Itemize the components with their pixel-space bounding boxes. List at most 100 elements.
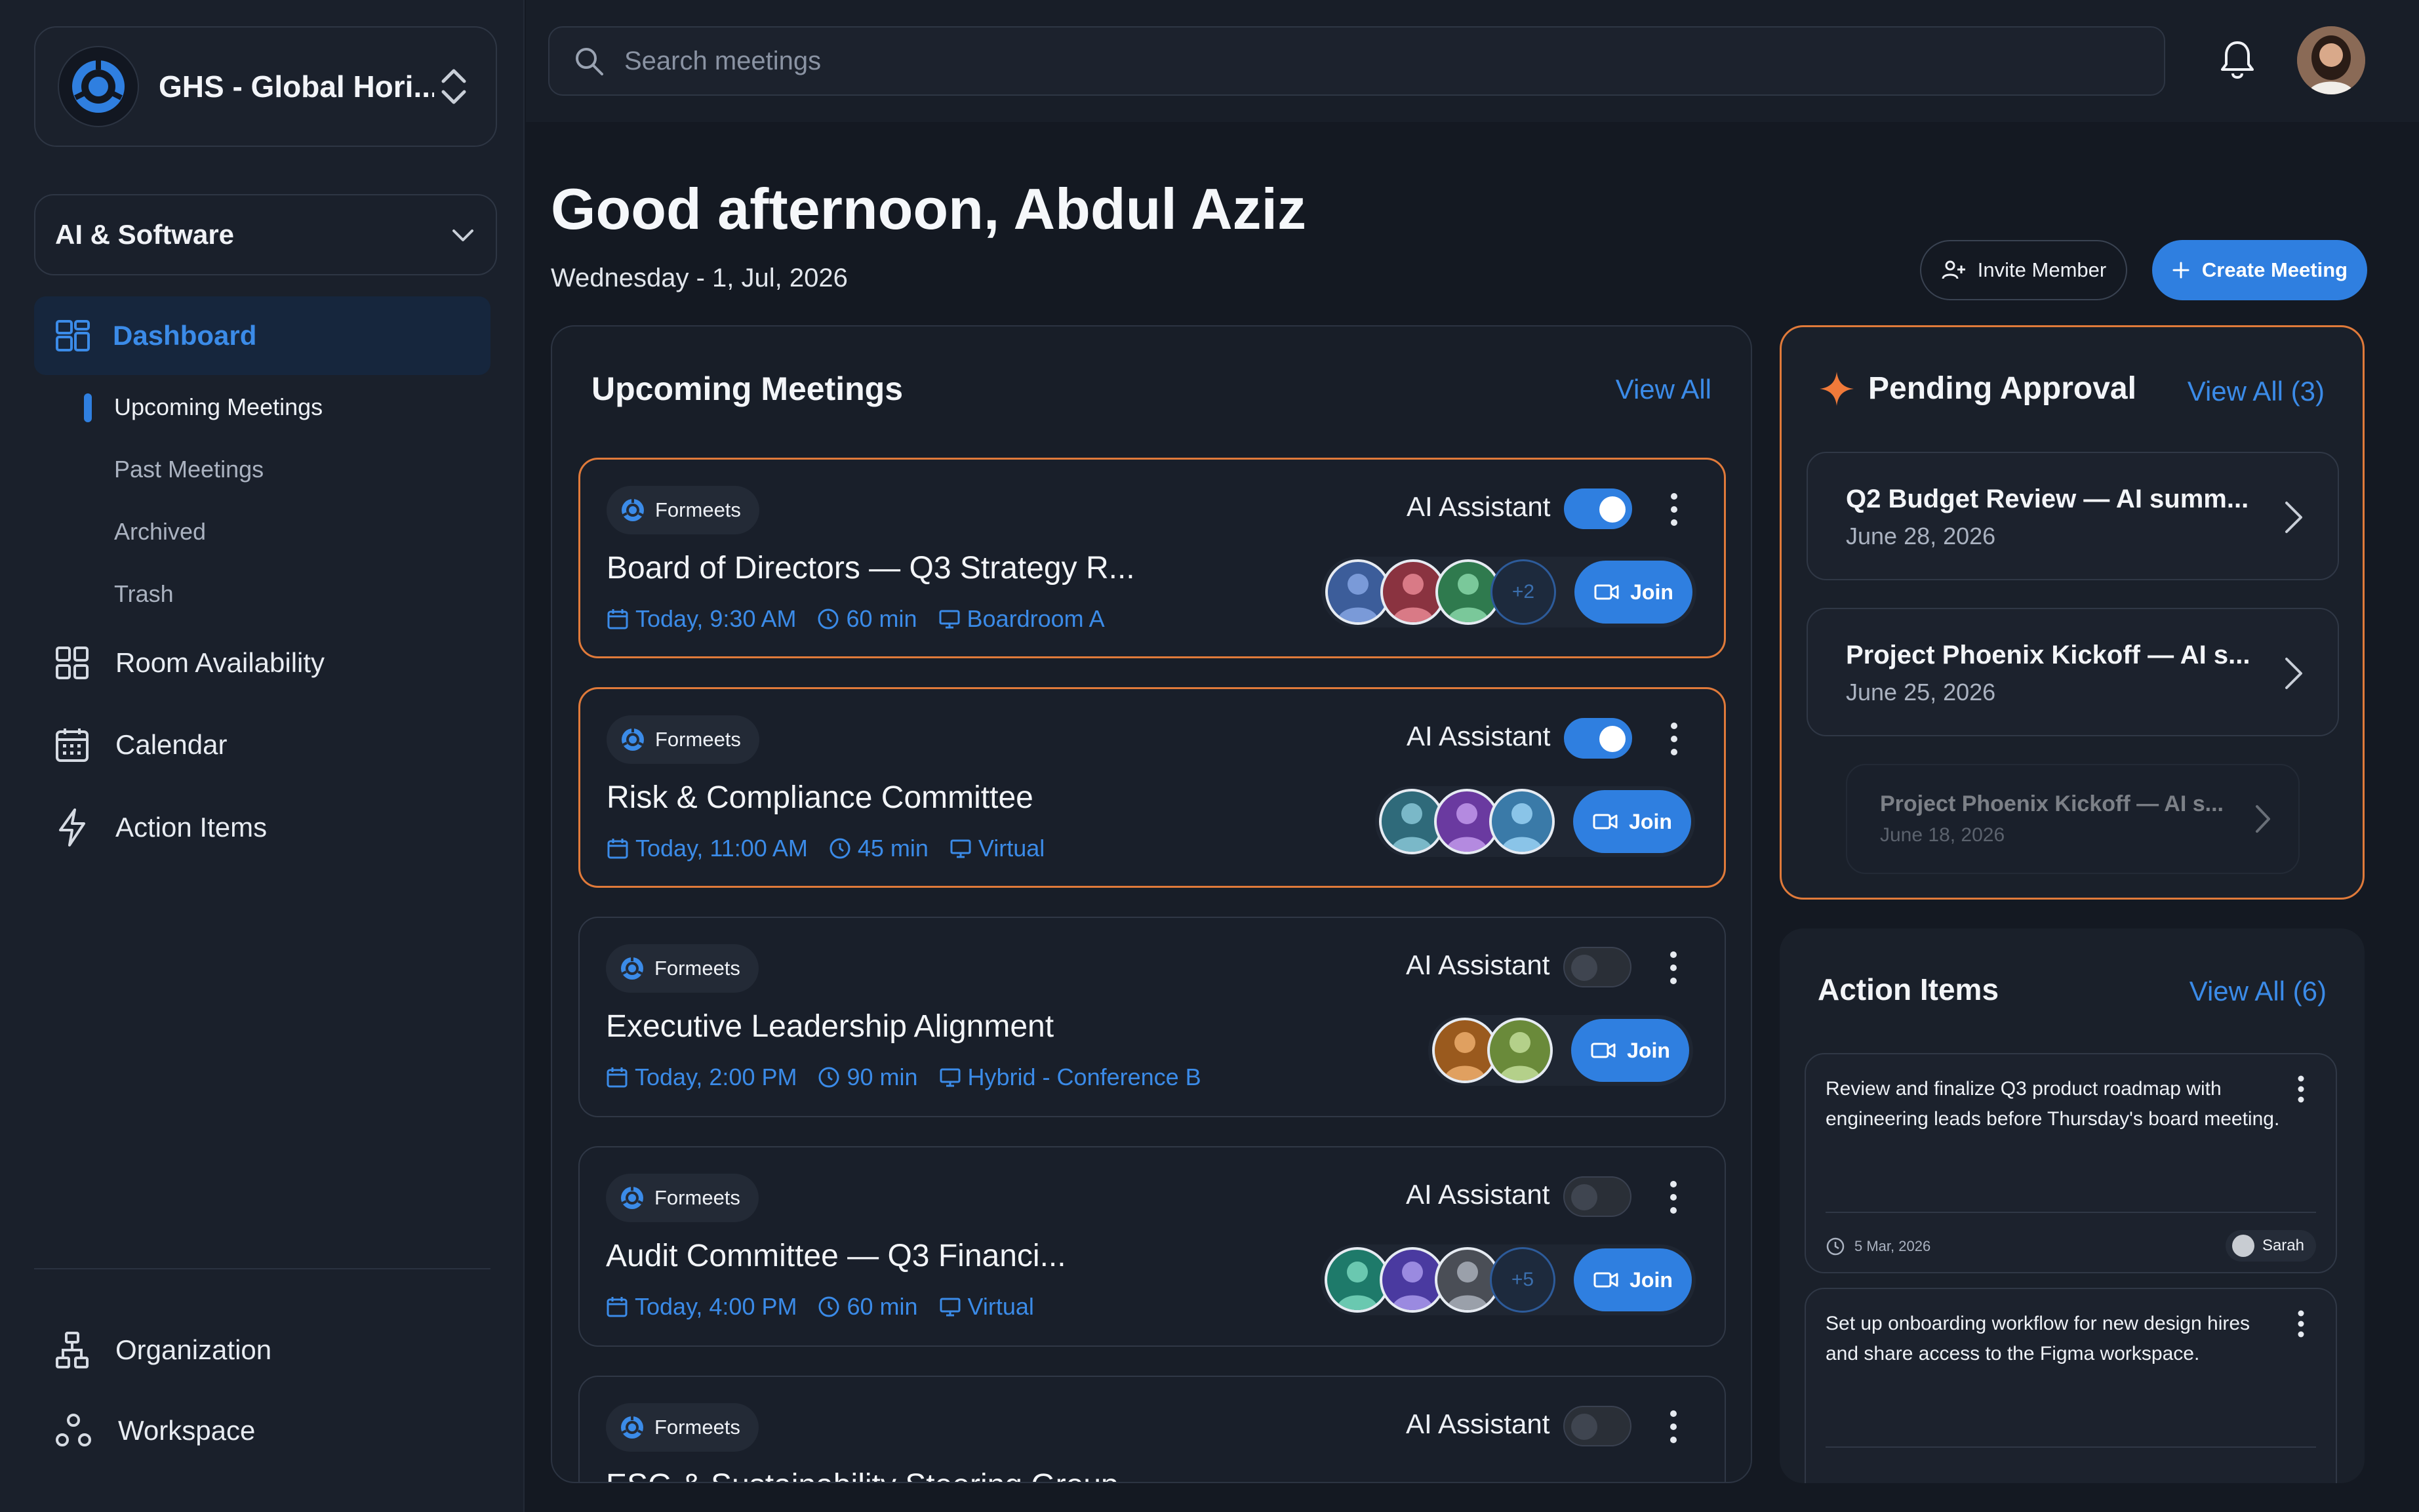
category-select[interactable]: AI & Software [34,194,497,275]
search-icon [573,45,605,77]
subnav-upcoming-meetings[interactable]: Upcoming Meetings [114,393,323,421]
calendar-icon [606,1296,628,1318]
pending-item-title: Q2 Budget Review — AI summ... [1846,485,2249,513]
attendee-avatar [1489,789,1555,854]
more-options-icon[interactable] [1669,491,1679,528]
formeets-logo-icon [619,1414,645,1441]
formeets-logo-icon [620,497,646,523]
upcoming-view-all-link[interactable]: View All [1616,374,1711,405]
nav-dashboard[interactable]: Dashboard [34,296,490,375]
calendar-icon [606,1066,628,1088]
nav-workspace-label: Workspace [118,1415,256,1446]
more-options-icon[interactable] [1668,1179,1679,1216]
org-name: GHS - Global Hori... [159,70,434,104]
create-meeting-label: Create Meeting [2201,258,2348,281]
subnav-archived[interactable]: Archived [114,518,206,546]
action-item-owner: Sarah [2225,1230,2316,1262]
nav-organization[interactable]: Organization [55,1331,271,1369]
user-avatar[interactable] [2297,26,2365,94]
video-camera-icon [1593,1270,1619,1290]
join-button[interactable]: Join [1571,1019,1689,1082]
source-badge-label: Formeets [655,728,741,751]
action-item-due: 5 Mar, 2026 [1826,1237,1930,1256]
formeets-logo-icon [619,1185,645,1211]
attendee-group: Join [1428,1015,1693,1086]
org-chart-icon [55,1331,89,1369]
more-options-icon[interactable] [2296,1074,2306,1104]
chevron-up-down-icon[interactable] [434,66,473,108]
meeting-card[interactable]: Formeets AI Assistant Audit Committee — … [578,1146,1726,1347]
meeting-meta: Today, 2:00 PM 90 min Hybrid - Conferenc… [606,1064,1222,1091]
toggle-knob [1599,726,1626,752]
pending-item[interactable]: Project Phoenix Kickoff — AI s... June 1… [1846,764,2300,874]
join-button[interactable]: Join [1574,561,1692,624]
attendee-group: +2 Join [1321,557,1696,627]
more-options-icon[interactable] [1669,721,1679,757]
more-options-icon[interactable] [1668,1408,1679,1445]
pending-item[interactable]: Q2 Budget Review — AI summ... June 28, 2… [1807,452,2339,580]
attendee-group: Join [1375,786,1695,857]
ai-assistant-toggle[interactable] [1563,1406,1631,1446]
meeting-location: Boardroom A [967,605,1105,632]
meeting-location: Virtual [978,835,1045,862]
more-options-icon[interactable] [2296,1309,2306,1339]
ai-assistant-toggle[interactable] [1564,718,1632,759]
more-options-icon[interactable] [1668,949,1679,986]
calendar-icon [607,837,629,860]
pending-item[interactable]: Project Phoenix Kickoff — AI s... June 2… [1807,608,2339,736]
category-select-value: AI & Software [55,219,235,250]
join-button[interactable]: Join [1573,790,1691,853]
grid-icon [55,646,89,680]
nav-workspace[interactable]: Workspace [55,1412,255,1449]
nav-room-availability[interactable]: Room Availability [55,646,325,680]
nav-calendar[interactable]: Calendar [55,726,227,763]
active-subnav-indicator [84,393,92,422]
card-divider [1826,1446,2316,1448]
search-input[interactable]: Search meetings [548,26,2165,96]
video-camera-icon [1590,1041,1616,1060]
workspace-icon [55,1412,92,1449]
source-badge: Formeets [606,944,759,993]
action-item-card[interactable]: Review and finalize Q3 product roadmap w… [1805,1053,2337,1273]
monitor-icon [939,1066,961,1088]
meeting-time: Today, 4:00 PM [635,1293,797,1320]
pending-item-date: June 28, 2026 [1846,523,1996,549]
subnav-trash[interactable]: Trash [114,580,174,608]
more-attendees-count: +2 [1490,559,1556,625]
action-items-view-all-link[interactable]: View All (6) [2189,976,2327,1007]
chevron-right-icon [2283,655,2305,692]
nav-action-items[interactable]: Action Items [55,808,267,847]
dashboard-icon [55,319,90,352]
ai-assistant-toggle[interactable] [1564,488,1632,529]
calendar-icon [607,608,629,630]
meeting-card[interactable]: Formeets AI Assistant Board of Directors… [578,458,1726,658]
clock-icon [818,1066,840,1088]
bell-icon[interactable] [2219,39,2256,80]
join-label: Join [1629,1267,1673,1292]
action-item-card[interactable]: Set up onboarding workflow for new desig… [1805,1288,2337,1483]
source-badge: Formeets [607,715,759,764]
pending-view-all-link[interactable]: View All (3) [2188,376,2325,407]
meeting-title: Board of Directors — Q3 Strategy R... [607,551,1135,586]
clock-icon [817,608,839,630]
org-switcher[interactable]: GHS - Global Hori... [34,26,497,147]
meeting-time: Today, 11:00 AM [635,835,808,862]
meeting-card[interactable]: Formeets AI Assistant ESG & Sustainabili… [578,1376,1726,1482]
meeting-card[interactable]: Formeets AI Assistant Risk & Compliance … [578,687,1726,888]
source-badge-label: Formeets [654,1186,740,1209]
create-meeting-button[interactable]: Create Meeting [2152,240,2367,300]
nav-organization-label: Organization [115,1334,272,1365]
clock-icon [818,1296,840,1318]
invite-member-button[interactable]: Invite Member [1920,240,2127,300]
join-button[interactable]: Join [1574,1248,1692,1311]
action-item-text: Set up onboarding workflow for new desig… [1826,1313,2250,1364]
chevron-right-icon [2283,499,2305,536]
video-camera-icon [1592,812,1618,831]
owner-avatar [2231,1235,2254,1257]
meeting-card[interactable]: Formeets AI Assistant Executive Leadersh… [578,917,1726,1117]
subnav-past-meetings[interactable]: Past Meetings [114,456,264,483]
meeting-location: Virtual [967,1293,1034,1320]
ai-assistant-toggle[interactable] [1563,947,1631,987]
chevron-down-icon [450,222,476,248]
ai-assistant-toggle[interactable] [1563,1176,1631,1217]
